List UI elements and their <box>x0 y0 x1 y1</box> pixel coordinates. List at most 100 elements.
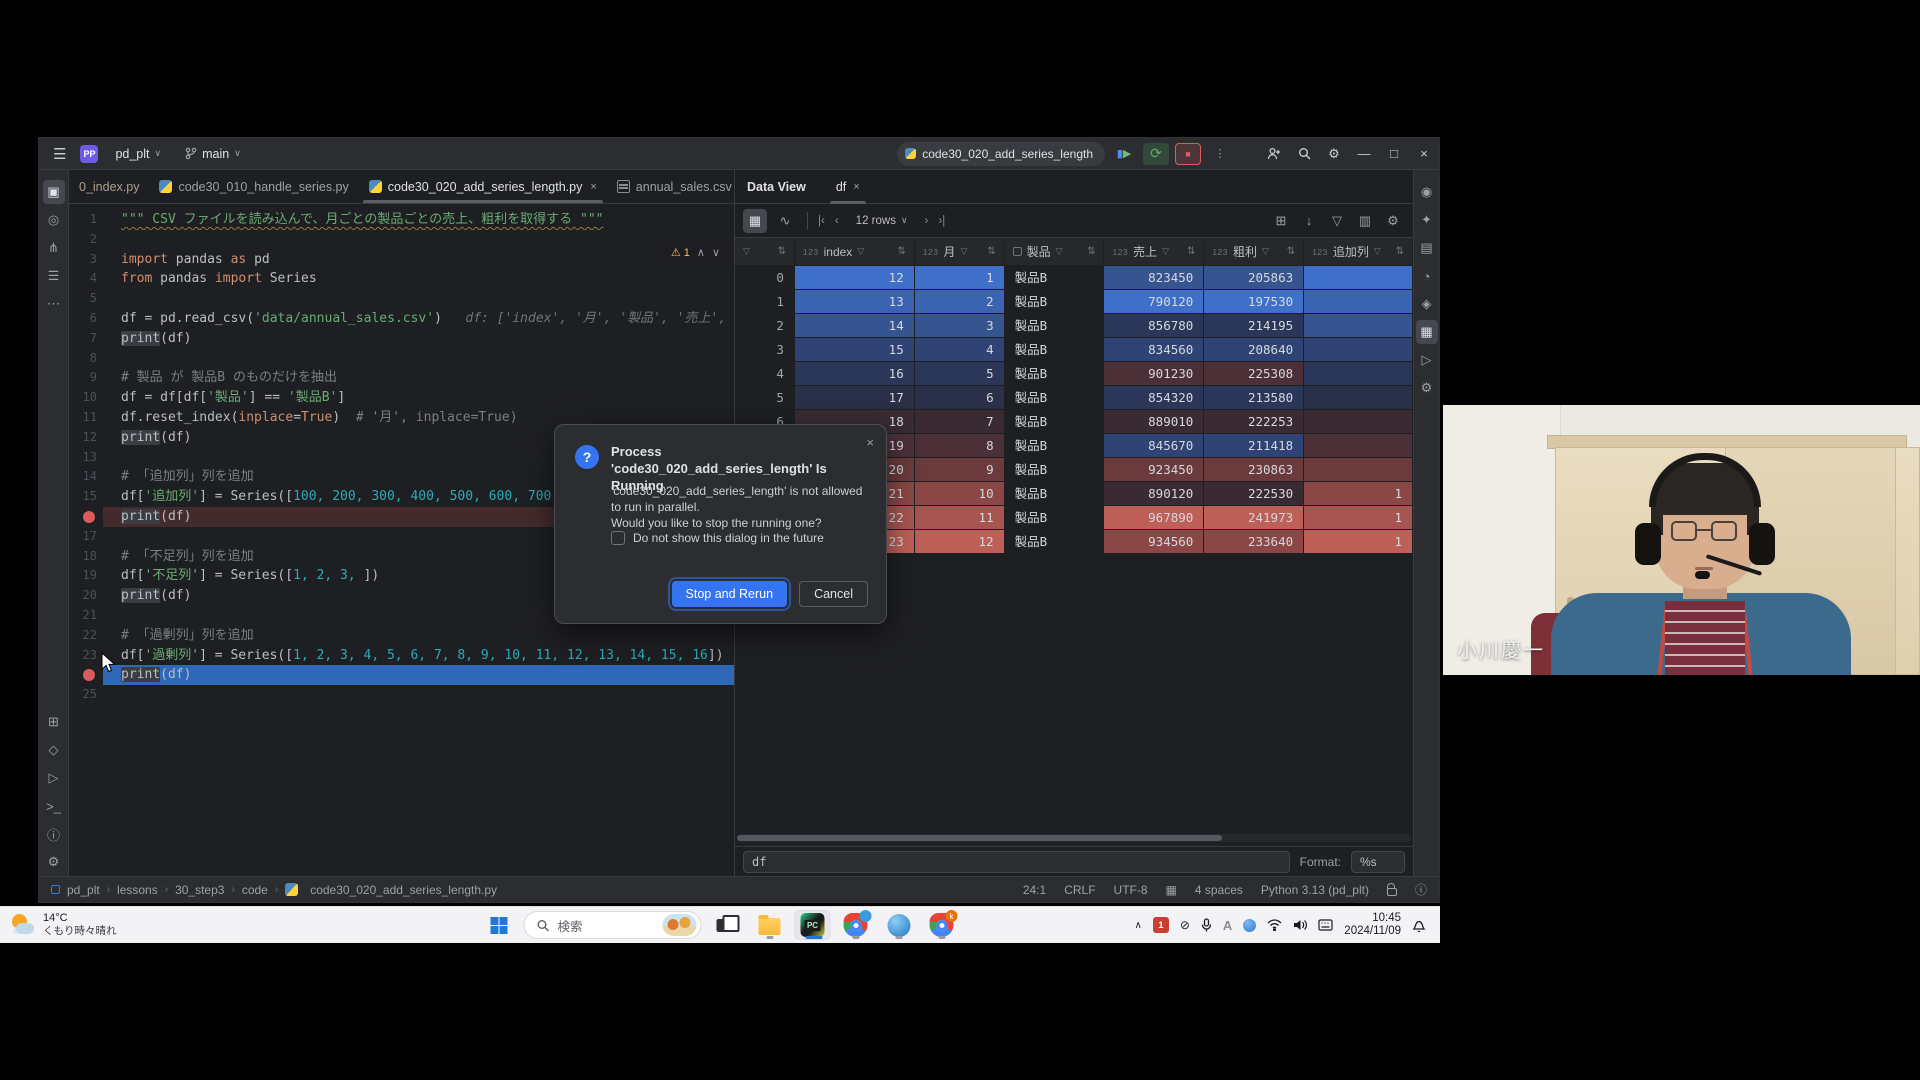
more-tool-windows-icon[interactable]: ⋯ <box>43 292 65 316</box>
table-cell[interactable] <box>1304 434 1413 458</box>
column-header-売上[interactable]: 123売上▽⇅ <box>1104 238 1204 265</box>
ime-keyboard-icon[interactable] <box>1318 919 1333 931</box>
sort-icon[interactable]: ⇅ <box>1396 246 1404 257</box>
inspections-widget[interactable]: ⚠ 1 ∧ ∨ <box>665 244 726 261</box>
coverage-icon[interactable]: ◔ <box>1416 264 1438 288</box>
table-cell[interactable]: 13 <box>795 290 915 314</box>
table-cell[interactable]: 241973 <box>1204 506 1304 530</box>
table-cell[interactable]: 890120 <box>1104 482 1204 506</box>
chart-view-icon[interactable]: ▥ <box>1353 209 1377 233</box>
filter-funnel-icon[interactable]: ▽ <box>1262 246 1269 257</box>
table-cell[interactable]: 製品B <box>1005 314 1105 338</box>
file-explorer-button[interactable] <box>752 910 788 940</box>
row-number[interactable]: 2 <box>735 314 795 338</box>
table-cell[interactable]: 823450 <box>1104 266 1204 290</box>
table-cell[interactable]: 5 <box>915 362 1005 386</box>
table-cell[interactable]: 製品B <box>1005 506 1105 530</box>
dont-show-again-checkbox[interactable]: Do not show this dialog in the future <box>611 531 824 545</box>
database-icon[interactable]: ▤ <box>1416 236 1438 260</box>
version-control-icon[interactable]: ⚙ <box>43 850 65 874</box>
code-line-25[interactable]: 25 <box>69 685 736 705</box>
table-cell[interactable]: 1 <box>1304 506 1413 530</box>
code-with-me-button[interactable] <box>1259 138 1289 170</box>
table-cell[interactable]: 208640 <box>1204 338 1304 362</box>
column-header-index[interactable]: 123index▽⇅ <box>795 238 915 265</box>
table-cell[interactable]: 製品B <box>1005 266 1105 290</box>
status-item[interactable]: ▦ <box>1166 883 1177 897</box>
table-cell[interactable]: 233640 <box>1204 530 1304 554</box>
code-line-24[interactable]: print(df) <box>69 665 736 685</box>
sort-icon[interactable]: ⇅ <box>1087 246 1095 257</box>
close-tab-icon[interactable]: × <box>853 181 859 193</box>
settings-button[interactable]: ⚙ <box>1319 138 1349 170</box>
row-number[interactable]: 4 <box>735 362 795 386</box>
breadcrumb-item[interactable]: code30_020_add_series_length.py <box>310 883 497 897</box>
next-page-button[interactable]: › <box>925 215 929 227</box>
run-dashboard-icon[interactable]: ▷ <box>1416 348 1438 372</box>
table-cell[interactable]: 6 <box>915 386 1005 410</box>
code-line-9[interactable]: 9# 製品 が 製品B のものだけを抽出 <box>69 368 736 388</box>
checkbox-icon[interactable] <box>611 531 625 545</box>
table-cell[interactable]: 15 <box>795 338 915 362</box>
status-item[interactable]: Python 3.13 (pd_plt) <box>1261 883 1369 897</box>
filter-icon[interactable]: ▽ <box>1325 209 1349 233</box>
breadcrumb-item[interactable]: lessons <box>117 883 158 897</box>
minimize-button[interactable]: — <box>1349 138 1379 170</box>
table-cell[interactable]: 197530 <box>1204 290 1304 314</box>
code-line-22[interactable]: 22# 「過剰列」列を追加 <box>69 626 736 646</box>
stop-button[interactable]: ■ <box>1175 143 1201 165</box>
more-run-actions-button[interactable]: ⋮ <box>1207 143 1233 165</box>
table-cell[interactable]: 10 <box>915 482 1005 506</box>
table-cell[interactable]: 889010 <box>1104 410 1204 434</box>
row-number[interactable]: 1 <box>735 290 795 314</box>
search-everywhere-button[interactable] <box>1289 138 1319 170</box>
wifi-icon[interactable] <box>1267 919 1282 931</box>
table-cell[interactable]: 213580 <box>1204 386 1304 410</box>
code-line-10[interactable]: 10df = df[df['製品'] == '製品B'] <box>69 388 736 408</box>
filter-funnel-icon[interactable]: ▽ <box>743 246 750 257</box>
status-item[interactable]: CRLF <box>1064 883 1095 897</box>
task-view-button[interactable] <box>709 910 745 940</box>
weather-widget[interactable]: 14°C くもり時々晴れ <box>0 912 200 938</box>
lock-icon[interactable] <box>1387 888 1397 896</box>
table-cell[interactable]: 205863 <box>1204 266 1304 290</box>
scrollbar-thumb[interactable] <box>737 835 1222 841</box>
table-cell[interactable]: 製品B <box>1005 410 1105 434</box>
table-cell[interactable]: 214195 <box>1204 314 1304 338</box>
table-cell[interactable]: 9 <box>915 458 1005 482</box>
data-view-tab-df[interactable]: df × <box>828 170 868 204</box>
settings-sliders-icon[interactable]: ⚙ <box>1416 376 1438 400</box>
export-icon[interactable]: ↓ <box>1297 209 1321 233</box>
chrome-taskbar-button-1[interactable] <box>838 910 874 940</box>
breadcrumb-item[interactable]: pd_plt <box>67 883 100 897</box>
breadcrumb-item[interactable]: code <box>242 883 268 897</box>
table-cell[interactable]: 1 <box>1304 482 1413 506</box>
pycharm-taskbar-button[interactable]: PC <box>795 910 831 940</box>
chart-view-button[interactable]: ∿ <box>773 209 797 233</box>
dialog-close-icon[interactable]: × <box>866 435 874 450</box>
table-cell[interactable]: 製品B <box>1005 458 1105 482</box>
rerun-button[interactable]: ⟳ <box>1143 143 1169 165</box>
editor-tab-code30_020_add_series_length.py[interactable]: code30_020_add_series_length.py× <box>359 170 607 203</box>
close-tab-icon[interactable]: × <box>590 181 596 193</box>
column-header-製品[interactable]: 製品▽⇅ <box>1005 238 1105 265</box>
sort-icon[interactable]: ⇅ <box>778 246 786 257</box>
column-header-月[interactable]: 123月▽⇅ <box>915 238 1005 265</box>
table-cell[interactable]: 3 <box>915 314 1005 338</box>
close-window-button[interactable]: × <box>1409 138 1439 170</box>
commit-icon[interactable]: ◎ <box>43 208 65 232</box>
sciview-icon[interactable]: ◈ <box>1416 292 1438 316</box>
row-number[interactable]: 0 <box>735 266 795 290</box>
terminal-icon[interactable]: >_ <box>43 794 65 818</box>
sort-icon[interactable]: ⇅ <box>1287 246 1295 257</box>
problems-icon[interactable]: ⓘ <box>43 822 65 846</box>
first-page-button[interactable]: |‹ <box>818 215 825 227</box>
notifications-bell-icon[interactable] <box>1412 918 1426 933</box>
row-number[interactable]: 3 <box>735 338 795 362</box>
start-button[interactable] <box>481 910 517 940</box>
table-cell[interactable]: 1 <box>1304 530 1413 554</box>
main-menu-icon[interactable]: ☰ <box>49 145 70 163</box>
filter-funnel-icon[interactable]: ▽ <box>857 246 864 257</box>
table-cell[interactable] <box>1304 458 1413 482</box>
table-cell[interactable]: 製品B <box>1005 530 1105 554</box>
